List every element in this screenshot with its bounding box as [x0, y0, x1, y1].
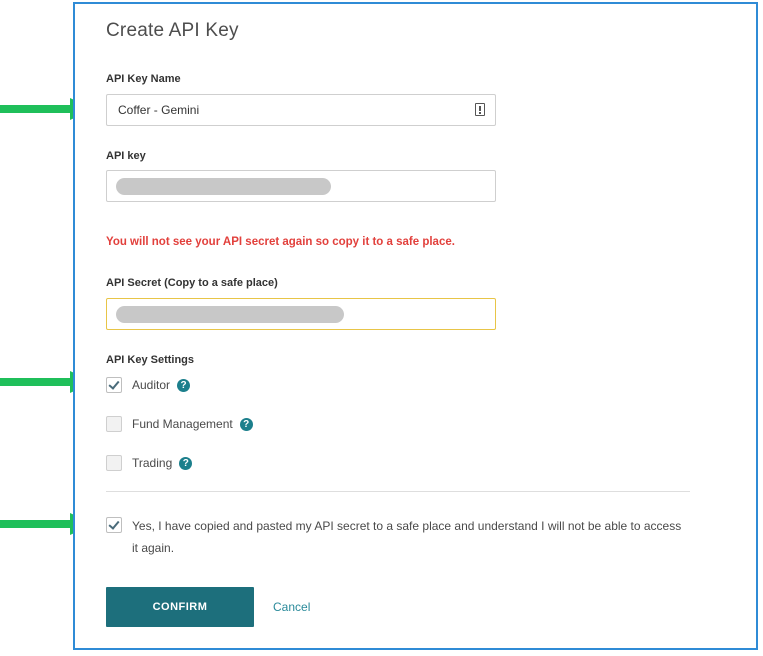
- auditor-checkbox[interactable]: [106, 377, 122, 393]
- api-key-name-label: API Key Name: [106, 73, 181, 85]
- api-key-settings-label: API Key Settings: [106, 354, 195, 366]
- fund-management-checkbox[interactable]: [106, 416, 122, 432]
- info-badge-icon[interactable]: [475, 103, 485, 116]
- cancel-link[interactable]: Cancel: [273, 600, 310, 614]
- api-key-field[interactable]: [106, 170, 496, 202]
- divider: [106, 491, 690, 492]
- setting-auditor[interactable]: Auditor ?: [106, 376, 191, 394]
- api-key-label: API key: [106, 150, 146, 162]
- trading-checkbox[interactable]: [106, 455, 122, 471]
- confirm-button[interactable]: CONFIRM: [106, 587, 254, 627]
- question-circle-icon[interactable]: ?: [179, 456, 193, 470]
- acknowledgement-checkbox[interactable]: [106, 517, 122, 533]
- api-secret-field[interactable]: [106, 298, 496, 330]
- trading-label: Trading: [132, 456, 173, 470]
- question-circle-icon[interactable]: ?: [239, 417, 253, 431]
- api-secret-label: API Secret (Copy to a safe place): [106, 277, 278, 289]
- acknowledgement-text: Yes, I have copied and pasted my API sec…: [132, 519, 682, 555]
- fund-management-label: Fund Management: [132, 417, 233, 431]
- page-title: Create API Key: [106, 20, 239, 41]
- auditor-label: Auditor: [132, 378, 171, 392]
- question-circle-icon[interactable]: ?: [177, 378, 191, 392]
- setting-fund-management[interactable]: Fund Management ?: [106, 415, 253, 433]
- setting-trading[interactable]: Trading ?: [106, 454, 193, 472]
- secret-warning: You will not see your API secret again s…: [106, 236, 455, 248]
- api-key-name-field[interactable]: Coffer - Gemini: [106, 94, 496, 126]
- redacted-api-secret: [116, 306, 344, 323]
- redacted-api-key: [116, 178, 331, 195]
- api-key-name-value: Coffer - Gemini: [118, 103, 200, 117]
